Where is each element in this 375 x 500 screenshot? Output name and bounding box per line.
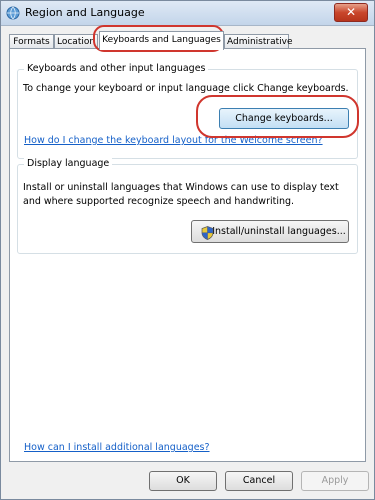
keyboards-group-title: Keyboards and other input languages [24,63,209,74]
welcome-screen-keyboard-help-link[interactable]: How do I change the keyboard layout for … [24,135,323,146]
cancel-button[interactable]: Cancel [225,471,293,491]
tab-panel: Keyboards and other input languages To c… [9,48,366,462]
install-additional-languages-link[interactable]: How can I install additional languages? [24,442,210,453]
ok-button[interactable]: OK [149,471,217,491]
title-bar[interactable]: Region and Language ✕ [1,1,374,26]
tab-administrative[interactable]: Administrative [224,34,293,48]
install-uninstall-languages-button[interactable]: Install/uninstall languages... [191,220,349,243]
install-uninstall-languages-label: Install/uninstall languages... [212,226,346,237]
region-and-language-dialog: Region and Language ✕ Formats Location K… [0,0,375,500]
globe-icon [6,6,20,20]
change-keyboards-button[interactable]: Change keyboards... [219,108,349,129]
window-title: Region and Language [25,6,145,19]
tab-keyboards-and-languages[interactable]: Keyboards and Languages [99,31,224,50]
close-button[interactable]: ✕ [334,3,368,22]
tab-location[interactable]: Location [54,34,98,48]
display-language-group-title: Display language [24,158,113,169]
keyboards-description: To change your keyboard or input languag… [23,83,349,94]
display-language-description: Install or uninstall languages that Wind… [23,182,339,207]
tab-formats[interactable]: Formats [9,34,54,48]
apply-button[interactable]: Apply [301,471,369,491]
display-language-group: Display language Install or uninstall la… [17,158,358,254]
uac-shield-icon [201,226,214,240]
